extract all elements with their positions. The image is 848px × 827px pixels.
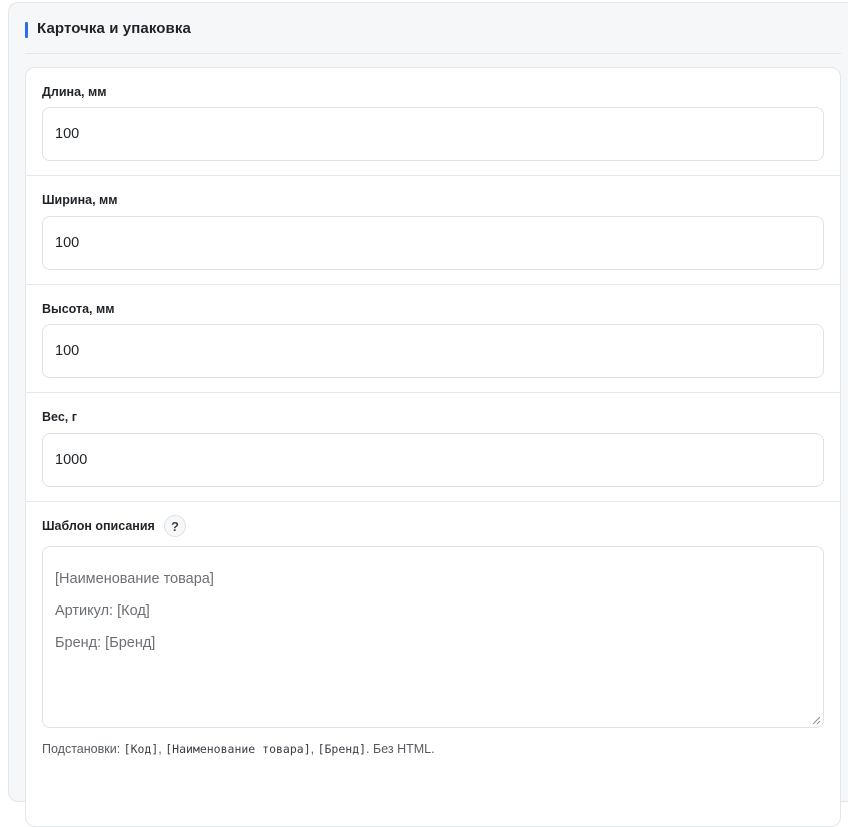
settings-panel: Карточка и упаковка Длина, мм 100 Ширина… [8, 2, 848, 827]
substitutions-hint: Подстановки: [Код], [Наименование товара… [42, 742, 435, 756]
form-card: Длина, мм 100 Ширина, мм 100 Высота, мм … [25, 67, 841, 827]
template-line-name: [Наименование товара] [55, 571, 214, 587]
field-description-template: Шаблон описания ? [Наименование товара] … [26, 502, 840, 822]
section-title: Карточка и упаковка [37, 20, 191, 37]
field-label-length: Длина, мм [42, 85, 107, 99]
template-line-code: Артикул: [Код] [55, 603, 150, 619]
field-label-height: Высота, мм [42, 302, 115, 316]
field-weight: Вес, г 1000 [26, 393, 840, 502]
width-input[interactable]: 100 [42, 216, 824, 270]
height-input[interactable]: 100 [42, 324, 824, 378]
hint-prefix: Подстановки: [42, 742, 124, 756]
field-length: Длина, мм 100 [26, 68, 840, 176]
hint-suffix: . Без HTML. [366, 742, 435, 756]
hint-token-code: [Код] [123, 742, 159, 756]
section-accent-bar [25, 22, 28, 38]
field-label-width: Ширина, мм [42, 193, 118, 207]
weight-input[interactable]: 1000 [42, 433, 824, 487]
template-line-brand: Бренд: [Бренд] [55, 635, 156, 651]
length-input[interactable]: 100 [42, 107, 824, 161]
help-icon[interactable]: ? [164, 515, 186, 537]
hint-token-brand: [Бренд] [317, 742, 367, 756]
resize-handle-icon[interactable] [811, 715, 821, 725]
field-label-template: Шаблон описания [42, 519, 155, 533]
description-template-textarea[interactable]: [Наименование товара] Артикул: [Код] Бре… [42, 546, 824, 728]
hint-separator: , [310, 742, 318, 756]
section-header: Карточка и упаковка [25, 3, 841, 54]
field-width: Ширина, мм 100 [26, 176, 840, 285]
field-height: Высота, мм 100 [26, 285, 840, 393]
field-label-weight: Вес, г [42, 410, 77, 424]
hint-token-name: [Наименование товара] [165, 742, 311, 756]
